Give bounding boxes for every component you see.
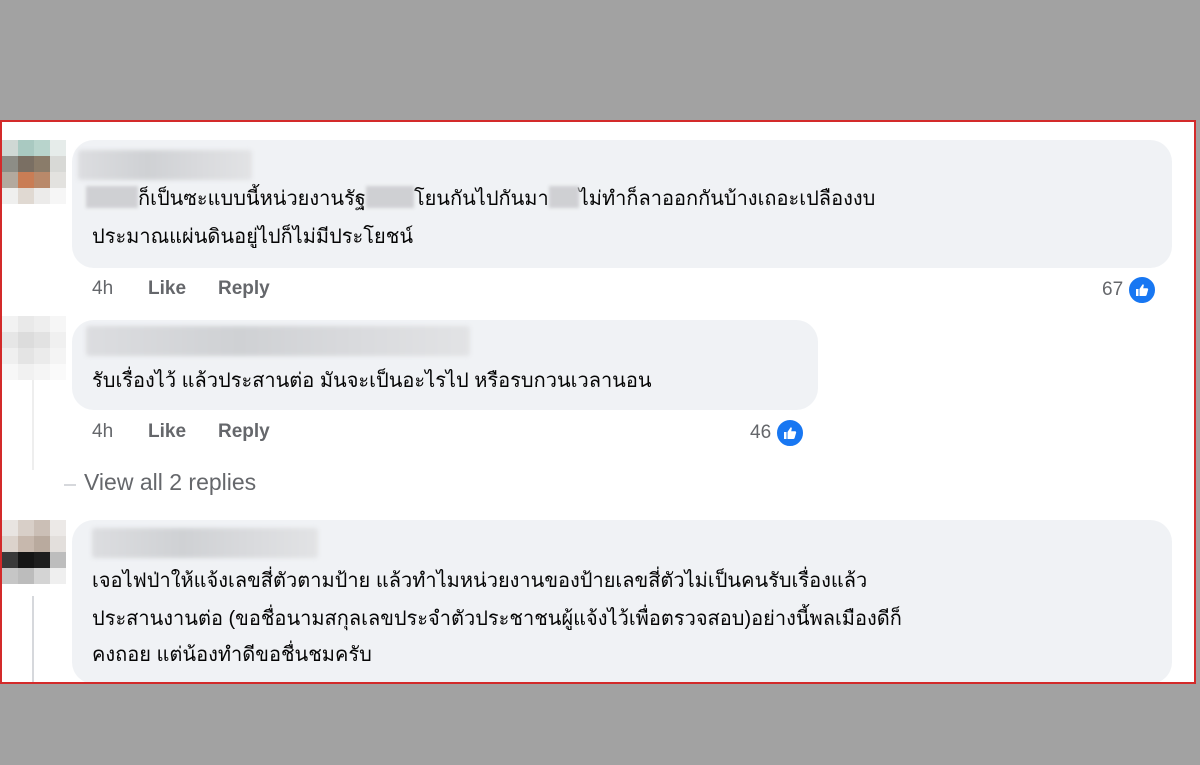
thumbs-up-icon <box>775 418 806 448</box>
comment-bubble: ก็เป็นซะแบบนี้หน่วยงานรัฐ โยนกันไปกันมา ไม… <box>72 140 1172 268</box>
reply-button[interactable]: Reply <box>218 278 270 300</box>
comment-text-line-2: ประมาณแผ่นดินอยู่ไปก็ไม่มีประโยชน์ <box>92 226 413 248</box>
redacted-word <box>548 186 579 208</box>
comment-bubble: รับเรื่องไว้ แล้วประสานต่อ มันจะเป็นอะไร… <box>72 320 818 410</box>
comment-text-line-3: คงถอย แต่น้องทำดีขอชื่นชมครับ <box>92 644 372 666</box>
comment-text: รับเรื่องไว้ แล้วประสานต่อ มันจะเป็นอะไร… <box>92 370 652 392</box>
like-button[interactable]: Like <box>148 421 218 443</box>
commenter-name-blurred[interactable] <box>86 326 470 356</box>
avatar[interactable] <box>2 140 66 204</box>
like-button[interactable]: Like <box>148 278 218 300</box>
reaction-count: 46 <box>750 422 772 443</box>
reaction-summary[interactable]: 67 <box>1102 275 1158 305</box>
commenter-name-blurred[interactable] <box>78 150 252 180</box>
comments-panel: ก็เป็นซะแบบนี้หน่วยงานรัฐ โยนกันไปกันมา ไม… <box>0 120 1196 684</box>
view-replies-link[interactable]: View all 2 replies <box>84 469 256 496</box>
commenter-name-blurred[interactable] <box>92 528 318 558</box>
reply-button[interactable]: Reply <box>218 421 270 443</box>
comment-text: เจอไฟป่าให้แจ้งเลขสี่ตัวตามป้าย แล้วทำไม… <box>92 570 868 592</box>
avatar[interactable] <box>2 316 66 380</box>
redacted-word <box>86 186 138 208</box>
thumbs-up-icon <box>1127 275 1158 305</box>
reply-connector <box>64 484 76 486</box>
thread-connector <box>32 596 34 682</box>
comment-time[interactable]: 4h <box>92 421 148 443</box>
comment-bubble: เจอไฟป่าให้แจ้งเลขสี่ตัวตามป้าย แล้วทำไม… <box>72 520 1172 682</box>
reaction-count: 67 <box>1102 279 1124 300</box>
comment-actions: 4h Like Reply <box>92 278 270 300</box>
reaction-summary[interactable]: 46 <box>750 418 806 448</box>
redacted-word <box>365 186 414 208</box>
comment-text: ก็เป็นซะแบบนี้หน่วยงานรัฐ โยนกันไปกันมา ไม… <box>86 180 875 218</box>
comment-text-line-2: ประสานงานต่อ (ขอชื่อนามสกุลเลขประจำตัวปร… <box>92 608 902 630</box>
comment-time[interactable]: 4h <box>92 278 148 300</box>
comment-actions: 4h Like Reply <box>92 421 270 443</box>
thread-connector <box>32 380 34 470</box>
avatar[interactable] <box>2 520 66 584</box>
